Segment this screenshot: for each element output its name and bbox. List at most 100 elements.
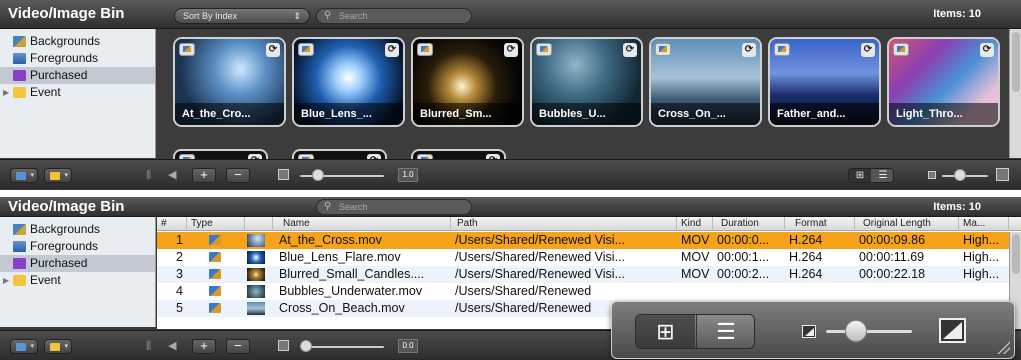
column-header-kind[interactable]: Kind [677,217,713,231]
chevron-down-icon: ▾ [64,172,68,179]
remove-button[interactable]: − [226,168,250,183]
sidebar-item-label: Event [30,85,61,99]
loop-icon: ⟳ [861,43,875,57]
zoom-slider-knob[interactable] [300,340,312,352]
add-folder-button[interactable]: ▾ [44,339,72,354]
list-view-icon[interactable]: ☰ [872,169,893,182]
zoom-value: 1.0 [398,168,418,182]
collapse-triangle-icon[interactable]: ◀ [168,339,176,352]
sidebar-item-label: Backgrounds [30,34,101,48]
chevron-down-icon: ▾ [30,343,34,350]
small-size-icon[interactable] [928,171,936,179]
size-slider-track[interactable] [826,330,912,333]
row-original-length: 00:00:11.69 [859,250,925,264]
column-header-thumb[interactable] [245,217,273,231]
fit-size-icon[interactable] [278,169,289,180]
column-header-name[interactable]: Name [273,217,451,231]
column-header-type[interactable]: Type [187,217,245,231]
thumbnail-item[interactable]: ⟳ At_the_Cro... [173,37,286,127]
row-name: Blue_Lens_Flare.mov [279,250,401,264]
row-thumbnail [247,251,265,264]
vertical-scrollbar[interactable] [1009,29,1021,158]
row-index: 1 [176,233,183,247]
folder-icon [50,343,60,351]
sidebar-item-backgrounds[interactable]: Backgrounds [0,33,155,50]
size-slider-knob[interactable] [954,169,966,181]
purchased-icon [13,70,26,81]
thumbnail-item[interactable]: ⟳ Light_Thro... [887,37,1000,127]
row-format: H.264 [789,233,823,247]
view-mode-toggle: ⊞ ☰ [635,314,755,349]
search-input[interactable]: ⚲ Search [316,199,472,215]
grid-view-icon[interactable]: ⊞ [636,315,695,348]
add-button[interactable]: + [192,168,216,183]
row-index: 4 [176,284,183,298]
sidebar-item-purchased[interactable]: Purchased [0,255,155,272]
sort-dropdown[interactable]: Sort By Index ⇕ [174,8,310,24]
list-view-icon[interactable]: ☰ [696,315,754,348]
thumbnail-item[interactable]: ⟳ Blue_Lens_... [292,37,405,127]
sidebar-item-purchased[interactable]: Purchased [0,67,155,84]
resize-grip-icon[interactable] [996,340,1010,354]
thumbnail-item[interactable]: ⟳ Cross_On_... [649,37,762,127]
sidebar-item-backgrounds[interactable]: Backgrounds [0,221,155,238]
row-ma: High... [963,250,1000,264]
thumbnail-label: At_the_Cro... [175,103,284,125]
video-type-icon [209,235,221,245]
column-header-duration[interactable]: Duration [713,217,785,231]
column-header-format[interactable]: Format [785,217,855,231]
table-row[interactable]: 2 Blue_Lens_Flare.mov /Users/Shared/Rene… [157,249,1009,266]
thumbnail-item[interactable]: ⟳ Father_and... [768,37,881,127]
grid-view-icon[interactable]: ⊞ [849,169,871,182]
disclosure-triangle-icon[interactable]: ▶ [3,272,9,289]
split-grip-icon[interactable]: ⦀ [146,168,151,183]
large-size-icon[interactable] [996,168,1009,181]
table-row[interactable]: 4 Bubbles_Underwater.mov /Users/Shared/R… [157,283,1009,300]
zoom-slider-track[interactable] [300,346,384,348]
search-icon: ⚲ [324,201,332,212]
purchased-icon [13,258,26,269]
row-path: /Users/Shared/Renewed Visi... [455,233,625,247]
row-thumbnail [247,302,265,315]
remove-button[interactable]: − [226,339,250,354]
thumbnail-label: Father_and... [770,103,879,125]
sidebar-item-label: Backgrounds [30,222,101,236]
split-grip-icon[interactable]: ⦀ [146,339,151,354]
sidebar-item-label: Purchased [30,68,88,82]
row-original-length: 00:00:22.18 [859,267,926,281]
column-header-ma[interactable]: Ma... [959,217,1009,231]
video-badge-icon [298,43,314,56]
row-original-length: 00:00:09.86 [859,233,926,247]
sidebar-item-foregrounds[interactable]: Foregrounds [0,50,155,67]
column-header-original-length[interactable]: Original Length [855,217,959,231]
row-index: 3 [176,267,183,281]
column-header-index[interactable]: # [157,217,187,231]
scrollbar-thumb[interactable] [1012,234,1020,274]
table-row[interactable]: 3 Blurred_Small_Candles.... /Users/Share… [157,266,1009,283]
table-row[interactable]: 1 At_the_Cross.mov /Users/Shared/Renewed… [157,232,1009,249]
sidebar-item-event[interactable]: ▶ Event [0,84,155,101]
thumbnail-item[interactable]: ⟳ Bubbles_U... [530,37,643,127]
add-folder-button[interactable]: ▾ [44,168,72,183]
fit-size-icon[interactable] [278,340,289,351]
video-type-icon [209,252,221,262]
video-badge-icon [893,43,909,56]
add-media-button[interactable]: ▾ [10,168,38,183]
zoom-slider-knob[interactable] [312,169,324,181]
large-size-icon[interactable] [939,318,966,343]
column-header-path[interactable]: Path [451,217,677,231]
add-button[interactable]: + [192,339,216,354]
collapse-triangle-icon[interactable]: ◀ [168,168,176,181]
sidebar-item-event[interactable]: ▶ Event [0,272,155,289]
disclosure-triangle-icon[interactable]: ▶ [3,84,9,101]
size-slider-knob[interactable] [845,320,867,342]
thumbnail-label: Light_Thro... [889,103,998,125]
sidebar-item-label: Foregrounds [30,239,99,253]
search-input[interactable]: ⚲ Search [316,8,472,24]
row-ma: High... [963,233,1000,247]
add-media-button[interactable]: ▾ [10,339,38,354]
scrollbar-thumb[interactable] [1012,32,1020,92]
sidebar-item-foregrounds[interactable]: Foregrounds [0,238,155,255]
small-size-icon[interactable] [802,325,816,338]
thumbnail-item[interactable]: ⟳ Blurred_Sm... [411,37,524,127]
